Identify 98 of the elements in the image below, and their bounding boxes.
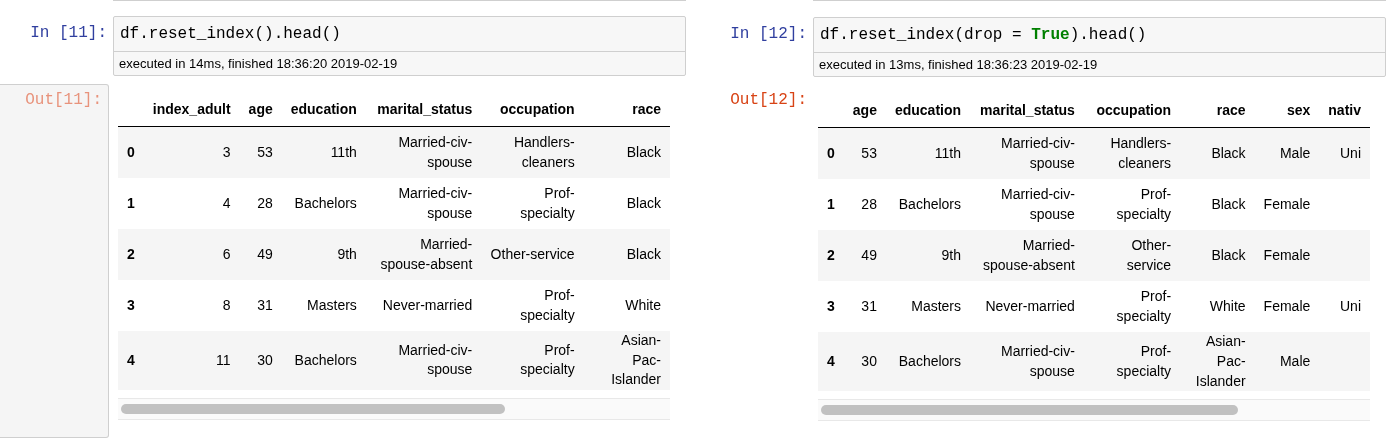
table-cell: White [1180,281,1255,333]
column-header: marital_status [970,93,1084,128]
table-cell: 49 [239,229,282,280]
table-cell: Handlers-cleaners [1083,127,1181,180]
column-header: age [843,93,886,128]
execution-time-text: executed in 14ms, finished 18:36:20 2019-02-19 [114,51,685,75]
row-index: 4 [118,331,144,390]
input-prompt: In [12]: [729,23,808,45]
output-prompt-area[interactable]: Out[12]: [700,85,813,438]
table-cell: 28 [843,179,886,231]
horizontal-scrollbar[interactable] [118,397,670,420]
table-cell: Female [1254,179,1320,231]
table-cell: Asian-Pac-Islander [583,331,670,390]
row-index: 4 [818,332,844,392]
table-cell: 9th [281,229,366,280]
table-cell: 11 [143,331,240,390]
table-cell: 8 [143,280,240,331]
execution-time-text: executed in 13ms, finished 18:36:23 2019-02-19 [814,51,1385,76]
table-cell: Bachelors [281,178,366,229]
table-cell: 11th [885,127,971,180]
table-cell: Masters [885,281,971,333]
column-header: education [885,93,971,128]
row-index: 0 [818,127,844,180]
table-cell: Bachelors [281,331,366,390]
table-cell: Bachelors [885,332,971,392]
table-cell: Uni [1319,281,1370,333]
column-header: education [281,92,366,127]
table-cell: Married-civ-spouse [365,178,482,229]
table-cell: 49 [843,230,886,282]
row-index: 2 [818,230,844,282]
table-cell: Female [1254,230,1320,282]
column-header: sex [1254,93,1320,128]
table-cell: Married-civ-spouse [970,179,1084,231]
table-cell: Married-civ-spouse [365,331,482,390]
table-cell: Never-married [970,281,1084,333]
table-cell: Married-civ-spouse [365,126,482,178]
code-input-cell[interactable]: df.reset_index(drop = True).head() executed in 13ms, finished 18:36:23 2019-02-19 [813,16,1386,78]
table-cell: Uni [1319,127,1370,180]
output-prompt: Out[11]: [24,90,103,109]
table-cell: Masters [281,280,366,331]
table-cell: Other-service [1083,230,1181,282]
table-cell: Other-service [481,229,584,280]
table-cell: 30 [843,332,886,392]
column-header: occupation [1083,93,1181,128]
column-header: nativ [1319,93,1370,128]
code-line: df.reset_index().head() [119,24,342,45]
code-line: df.reset_index(drop = True).head() [819,24,1148,46]
table-cell: White [583,280,670,331]
table-cell: Black [1180,179,1255,231]
table-cell: Black [583,126,670,178]
table-cell: 9th [885,230,971,282]
table-cell: Married-spouse-absent [365,229,482,280]
row-index: 2 [118,229,144,280]
row-index: 3 [818,281,844,333]
table-cell: 28 [239,178,282,229]
table-cell: 6 [143,229,240,280]
table-cell: Married-civ-spouse [970,332,1084,392]
table-cell: Handlers-cleaners [481,126,584,178]
row-index: 1 [818,179,844,231]
horizontal-scrollbar[interactable] [818,399,1370,422]
column-header: index_adult [143,92,240,127]
code-input-cell[interactable]: df.reset_index().head() executed in 14ms, finished 18:36:20 2019-02-19 [113,16,686,76]
table-cell: Prof-specialty [1083,281,1181,333]
table-cell: 31 [239,280,282,331]
table-cell: Prof-specialty [481,178,584,229]
row-index: 3 [118,280,144,331]
table-cell: Black [1180,230,1255,282]
table-cell: Black [583,178,670,229]
table-cell: Male [1254,332,1320,392]
column-header: marital_status [365,92,482,127]
column-header: race [583,92,670,127]
table-cell: Prof-specialty [1083,332,1181,392]
table-cell: Female [1254,281,1320,333]
table-cell: 53 [239,126,282,178]
output-prompt: Out[12]: [729,90,808,110]
input-prompt: In [11]: [29,23,108,44]
table-cell: Prof-specialty [481,331,584,390]
table-cell: Black [583,229,670,280]
table-cell: Prof-specialty [481,280,584,331]
table-cell: 4 [143,178,240,229]
table-cell: Never-married [365,280,482,331]
column-header: race [1180,93,1255,128]
table-cell: Male [1254,127,1320,180]
column-header: occupation [481,92,584,127]
row-index: 1 [118,178,144,229]
table-cell: Bachelors [885,179,971,231]
table-cell: Black [1180,127,1255,180]
table-cell: 3 [143,126,240,178]
table-cell: Married-civ-spouse [970,127,1084,180]
column-header: age [239,92,282,127]
table-cell: 31 [843,281,886,333]
table-cell: Married-spouse-absent [970,230,1084,282]
table-cell: Prof-specialty [1083,179,1181,231]
table-cell: 53 [843,127,886,180]
table-cell: 30 [239,331,282,390]
table-cell: Asian-Pac-Islander [1180,332,1255,392]
row-index: 0 [118,126,144,178]
table-cell: 11th [281,126,366,178]
